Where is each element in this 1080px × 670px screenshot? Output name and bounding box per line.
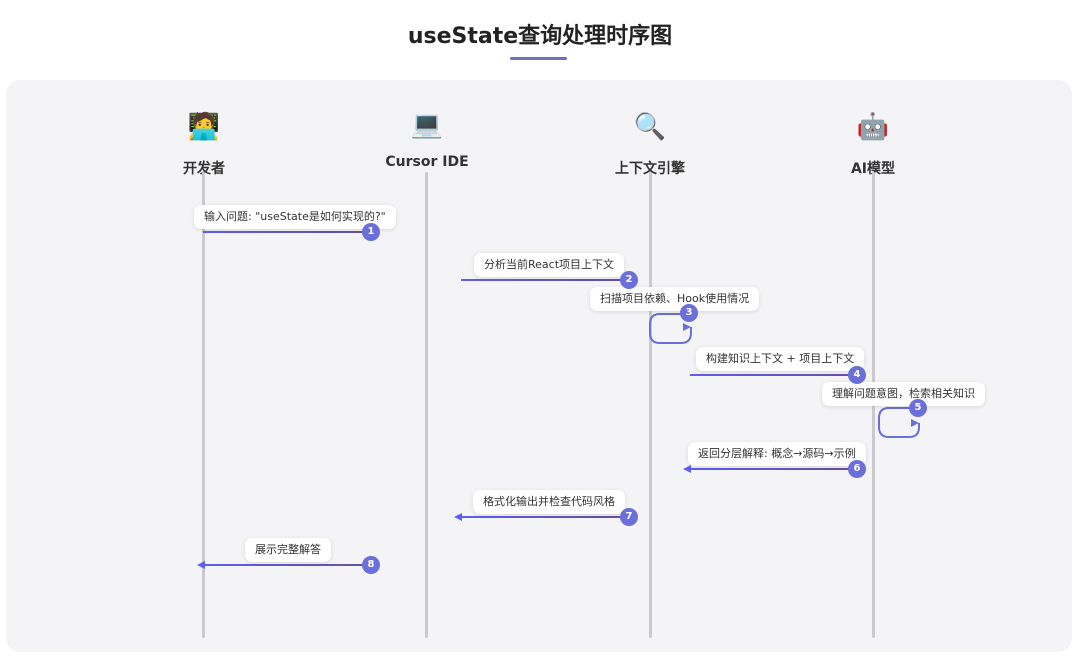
message-label-7: 格式化输出并检查代码风格 xyxy=(473,490,625,514)
message-label-5: 理解问题意图，检索相关知识 xyxy=(822,382,985,406)
step-badge-2: 2 xyxy=(620,271,638,289)
message-label-2: 分析当前React项目上下文 xyxy=(474,253,625,277)
arrow-head-8 xyxy=(197,561,205,569)
arrow-head-5 xyxy=(911,419,919,427)
arrow-step-6 xyxy=(690,468,850,470)
arrow-step-4 xyxy=(690,374,850,376)
arrow-step-8 xyxy=(204,564,364,566)
step-badge-7: 7 xyxy=(620,508,638,526)
step-badge-6: 6 xyxy=(848,460,866,478)
arrow-step-7 xyxy=(461,516,621,518)
message-label-6: 返回分层解释: 概念→源码→示例 xyxy=(688,442,866,466)
step-badge-8: 8 xyxy=(362,556,380,574)
arrow-head-3 xyxy=(683,323,691,331)
step-badge-3: 3 xyxy=(680,304,698,322)
message-label-3: 扫描项目依赖、Hook使用情况 xyxy=(590,287,760,311)
arrow-head-6 xyxy=(683,465,691,473)
arrow-head-7 xyxy=(454,513,462,521)
arrow-step-1 xyxy=(203,231,365,233)
message-arrows xyxy=(197,231,920,569)
step-badge-5: 5 xyxy=(909,399,927,417)
arrow-step-2 xyxy=(461,279,621,281)
step-badge-1: 1 xyxy=(362,223,380,241)
message-label-4: 构建知识上下文 + 项目上下文 xyxy=(696,347,865,371)
message-label-8: 展示完整解答 xyxy=(245,538,331,562)
step-badge-4: 4 xyxy=(848,366,866,384)
